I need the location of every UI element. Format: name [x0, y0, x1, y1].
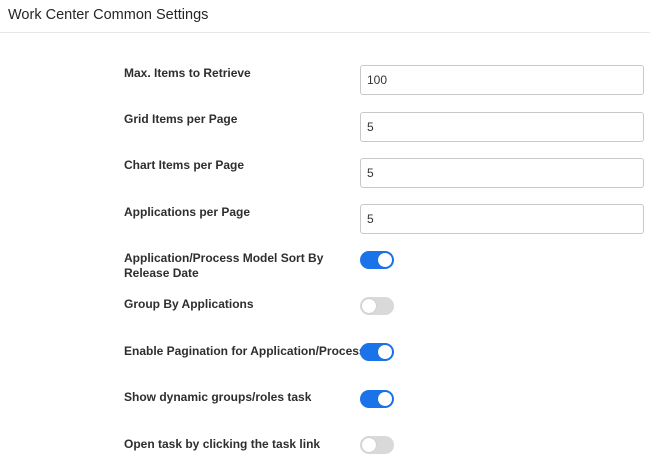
enable-pagination-label: Enable Pagination for Application/Proces…	[124, 344, 366, 358]
toggle-knob	[362, 299, 376, 313]
chart-items-label: Chart Items per Page	[124, 158, 245, 172]
applications-per-page-label: Applications per Page	[124, 205, 251, 219]
max-items-label: Max. Items to Retrieve	[124, 66, 251, 80]
toggle-knob	[378, 345, 392, 359]
enable-pagination-toggle[interactable]	[360, 343, 394, 361]
show-dynamic-groups-label: Show dynamic groups/roles task	[124, 390, 312, 404]
sort-by-release-date-label: Application/Process Model Sort By Releas…	[124, 251, 324, 280]
chart-items-input[interactable]	[360, 158, 644, 188]
applications-per-page-input[interactable]	[360, 204, 644, 234]
group-by-applications-label: Group By Applications	[124, 297, 254, 311]
sort-by-release-date-toggle[interactable]	[360, 251, 394, 269]
toggle-knob	[378, 253, 392, 267]
toggle-knob	[362, 438, 376, 452]
show-dynamic-groups-toggle[interactable]	[360, 390, 394, 408]
grid-items-label: Grid Items per Page	[124, 112, 238, 126]
group-by-applications-toggle[interactable]	[360, 297, 394, 315]
max-items-input[interactable]	[360, 65, 644, 95]
toggle-knob	[378, 392, 392, 406]
settings-header: Work Center Common Settings	[0, 0, 650, 33]
page-title: Work Center Common Settings	[8, 7, 209, 23]
open-task-by-link-label: Open task by clicking the task link	[124, 437, 321, 451]
grid-items-input[interactable]	[360, 112, 644, 142]
open-task-by-link-toggle[interactable]	[360, 436, 394, 454]
